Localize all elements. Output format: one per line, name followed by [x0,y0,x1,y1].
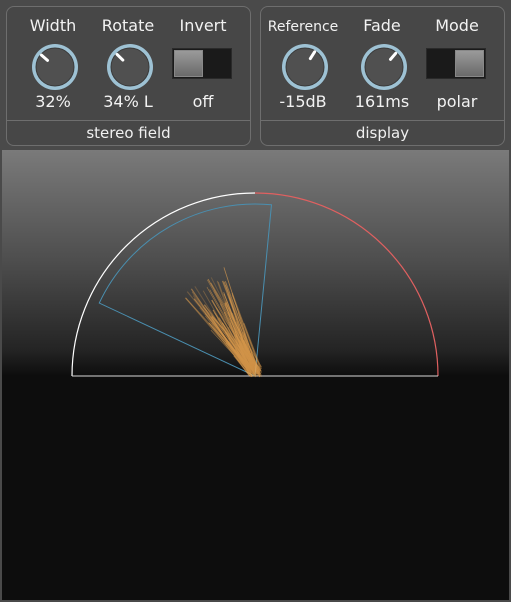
reference-label: Reference [267,19,339,35]
invert-toggle[interactable] [172,48,232,79]
fade-value: 161ms [354,92,410,111]
width-knob[interactable] [30,42,80,92]
reference-value: -15dB [279,92,327,111]
mode-toggle[interactable] [426,48,486,79]
width-label: Width [29,16,77,35]
display-panel: Reference -15dB Fade 161ms Mode polar di… [260,6,505,146]
rotate-knob[interactable] [105,42,155,92]
polar-scope [71,192,439,378]
mode-label: Mode [435,16,479,35]
stereo-field-panel: Width 32% Rotate 34% L Invert off stereo… [6,6,251,146]
stereo-field-title: stereo field [7,120,250,145]
polar-arc-right [254,192,439,377]
fade-knob[interactable] [359,42,409,92]
fade-label: Fade [363,16,401,35]
reference-knob[interactable] [280,42,330,92]
rotate-value: 34% L [103,92,153,111]
width-value: 32% [35,92,71,111]
signal-trace [184,267,263,378]
invert-label: Invert [179,16,227,35]
rotate-label: Rotate [101,16,155,35]
mode-toggle-thumb [455,50,484,77]
invert-value: off [192,92,214,111]
mode-value: polar [436,92,478,111]
display-title: display [261,120,504,145]
invert-toggle-thumb [174,50,203,77]
polar-scope-display [2,150,509,600]
